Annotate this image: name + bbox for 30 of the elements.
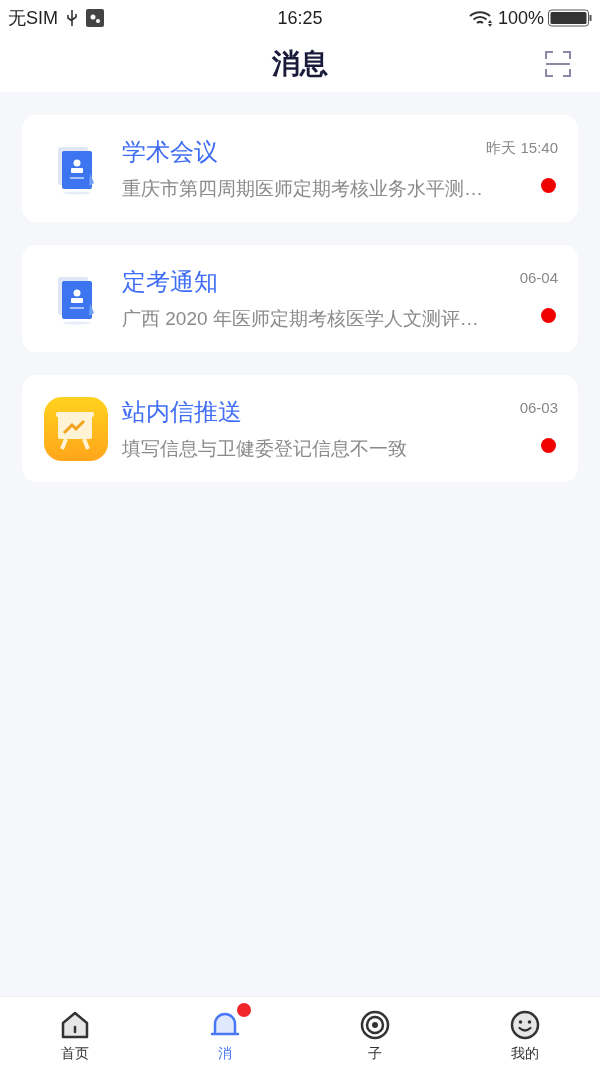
message-time: 昨天 15:40: [486, 138, 558, 158]
presentation-board-icon: [44, 396, 108, 461]
message-card[interactable]: 定考通知 广西 2020 年医师定期考核医学人文测评… 06-04: [22, 245, 578, 352]
message-time: 06-04: [519, 268, 558, 288]
message-time: 06-03: [519, 398, 558, 418]
usb-icon: [66, 9, 78, 27]
tab-item[interactable]: 消: [150, 997, 300, 1067]
scan-icon: [544, 50, 572, 78]
smiley-icon: [509, 1009, 541, 1041]
tab-item[interactable]: 我的: [450, 997, 600, 1067]
message-title: 定考通知: [122, 266, 219, 297]
message-preview: 重庆市第四周期医师定期考核业务水平测…: [122, 176, 479, 201]
message-card[interactable]: 站内信推送 填写信息与卫健委登记信息不一致 06-03: [22, 375, 578, 482]
tab-item[interactable]: 首页: [0, 997, 150, 1067]
page-title: 消息: [272, 47, 328, 81]
message-title: 学术会议: [122, 136, 219, 167]
tab-item[interactable]: 子: [300, 997, 450, 1067]
wifi-icon: [467, 9, 494, 27]
carrier-text: 无SIM: [8, 6, 58, 30]
target-icon: [359, 1009, 391, 1041]
message-card[interactable]: 学术会议 重庆市第四周期医师定期考核业务水平测… 昨天 15:40: [22, 115, 578, 222]
battery-percent-text: 100%: [497, 6, 544, 30]
scan-button[interactable]: [544, 50, 572, 78]
app-status-icon: [86, 9, 104, 27]
battery-icon: [548, 9, 592, 27]
message-title: 站内信推送: [122, 396, 243, 427]
message-preview: 填写信息与卫健委登记信息不一致: [122, 436, 408, 461]
clock-text: 16:25: [277, 6, 323, 30]
message-preview: 广西 2020 年医师定期考核医学人文测评…: [122, 306, 480, 331]
home-icon: [59, 1009, 91, 1041]
